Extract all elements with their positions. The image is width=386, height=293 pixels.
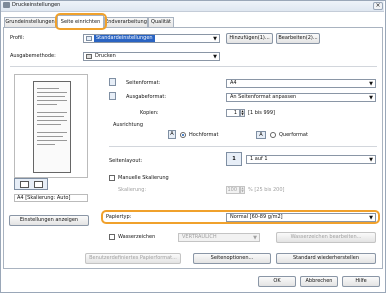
page-format-dropdown[interactable]: A4 ▼ — [226, 79, 376, 88]
edit-watermark-button[interactable]: Wasserzeichen bearbeiten... — [276, 232, 376, 243]
page-format-icon — [109, 78, 116, 86]
preview-caption: A4 [Skalierung: Auto] — [14, 194, 88, 202]
chevron-down-icon: ▼ — [253, 235, 257, 241]
portrait-radio[interactable] — [180, 132, 186, 138]
copies-input[interactable]: 1 — [226, 109, 240, 117]
landscape-icon: A — [256, 131, 266, 139]
page-layout-dropdown[interactable]: 1 auf 1 ▼ — [246, 155, 376, 164]
watermark-checkbox[interactable] — [109, 234, 115, 240]
scaling-input[interactable]: 100 — [226, 186, 240, 194]
show-settings-button[interactable]: Einstellungen anzeigen — [9, 215, 89, 226]
tab-highlight — [55, 13, 107, 30]
chevron-down-icon: ▼ — [213, 54, 217, 60]
copies-spinner[interactable]: ▲ ▼ — [240, 109, 245, 117]
page-format-value: A4 — [230, 80, 237, 86]
tab-endverarbeitung[interactable]: Endverarbeitung — [104, 17, 148, 27]
paper-type-dropdown[interactable]: Normal [60-89 g/m2] ▼ — [226, 213, 376, 222]
output-method-value: Drucken — [95, 53, 116, 59]
chevron-down-icon: ▼ — [369, 157, 373, 163]
ok-button[interactable]: OK — [258, 276, 296, 287]
page-view-icon — [20, 181, 29, 188]
chevron-down-icon: ▼ — [369, 215, 373, 221]
divider — [109, 146, 377, 147]
manual-scaling-label[interactable]: Manuelle Skalierung — [118, 175, 169, 181]
profile-value: Standardeinstellungen — [94, 35, 155, 42]
restore-defaults-button[interactable]: Standard wiederherstellen — [276, 253, 376, 264]
preview-page — [33, 81, 71, 173]
profile-icon — [86, 36, 92, 41]
manual-scaling-checkbox[interactable] — [109, 175, 115, 181]
preview-toggle-button[interactable] — [14, 178, 48, 190]
scaling-range: % [25 bis 200] — [248, 187, 285, 193]
page-options-button[interactable]: Seitenoptionen... — [193, 253, 271, 264]
window-title: Druckeinstellungen — [12, 2, 61, 8]
tab-qualitaet[interactable]: Qualität — [148, 17, 174, 27]
watermark-label[interactable]: Wasserzeichen — [118, 234, 155, 240]
printer-icon — [86, 54, 92, 59]
profile-label: Profil: — [10, 35, 25, 41]
output-method-dropdown[interactable]: Drucken ▼ — [83, 52, 220, 61]
portrait-label[interactable]: Hochformat — [189, 132, 218, 138]
cancel-button[interactable]: Abbrechen — [300, 276, 338, 287]
chevron-down-icon: ▼ — [213, 36, 217, 42]
chevron-down-icon: ▼ — [369, 81, 373, 87]
orientation-label: Ausrichtung — [113, 122, 144, 128]
paper-type-label: Papiertyp: — [106, 214, 132, 220]
edit-profile-button[interactable]: Bearbeiten(2)... — [276, 33, 320, 44]
watermark-value: VERTRAULICH — [182, 234, 217, 240]
close-button[interactable]: × — [373, 2, 383, 10]
help-button[interactable]: Hilfe — [342, 276, 380, 287]
printer-view-icon — [34, 181, 43, 188]
landscape-radio[interactable] — [270, 132, 276, 138]
page-layout-icon: 1 — [226, 152, 242, 166]
chevron-down-icon: ▼ — [369, 95, 373, 101]
output-format-dropdown[interactable]: An Seitenformat anpassen ▼ — [226, 93, 376, 102]
page-layout-label: Seitenlayout: — [109, 158, 143, 164]
output-format-label: Ausgabeformat: — [126, 94, 167, 100]
scaling-label: Skalierung: — [118, 187, 147, 193]
watermark-dropdown[interactable]: VERTRAULICH ▼ — [178, 233, 260, 242]
page-preview — [14, 74, 88, 178]
portrait-icon: A — [168, 130, 176, 139]
copies-range: [1 bis 999] — [248, 110, 275, 116]
divider — [10, 66, 377, 67]
output-method-label: Ausgabemethode: — [10, 53, 56, 59]
printer-app-icon — [3, 2, 10, 8]
output-format-icon — [109, 92, 116, 100]
tab-grundeinstellungen[interactable]: Grundeinstellungen — [4, 17, 56, 27]
page-format-label: Seitenformat: — [126, 80, 161, 86]
scaling-spinner[interactable]: ▲ ▼ — [240, 186, 245, 194]
page-layout-value: 1 auf 1 — [250, 156, 268, 162]
custom-paper-size-button[interactable]: Benutzerdefiniertes Papierformat... — [85, 253, 181, 264]
profile-dropdown[interactable]: Standardeinstellungen ▼ — [83, 34, 220, 43]
add-profile-button[interactable]: Hinzufügen(1)... — [226, 33, 273, 44]
output-format-value: An Seitenformat anpassen — [230, 94, 297, 100]
copies-label: Kopien: — [140, 110, 159, 116]
paper-type-value: Normal [60-89 g/m2] — [230, 214, 283, 220]
landscape-label[interactable]: Querformat — [279, 132, 308, 138]
